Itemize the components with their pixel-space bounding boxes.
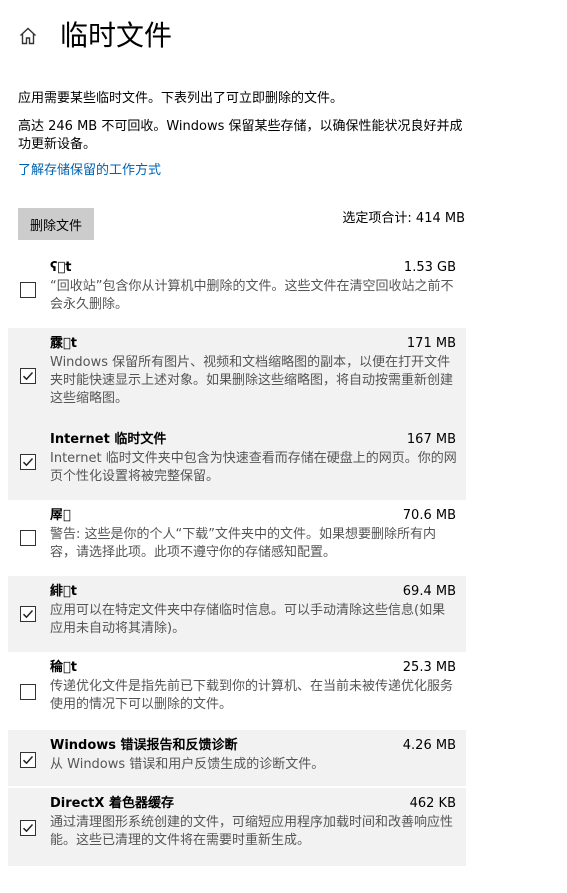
checkmark-icon (22, 371, 34, 381)
item-title: 霡 t (50, 336, 78, 351)
checkmark-icon (22, 609, 34, 619)
item-description: 传递优化文件是指先前已下载到你的计算机、在当前未被传递优化服务使用的情况下可以删… (50, 679, 454, 712)
item-description: 通过清理图形系统创建的文件，可缩短应用程序加载时间和改善响应性能。这些已清理的文… (50, 815, 454, 848)
item-checkbox[interactable] (20, 684, 36, 700)
item-size: 4.26 MB (402, 738, 456, 753)
item-size: 70.6 MB (402, 508, 456, 523)
description-text: 应用需要某些临时文件。下表列出了可立即删除的文件。 (18, 91, 344, 106)
learn-storage-reserve-link[interactable]: 了解存储保留的工作方式 (18, 162, 161, 180)
reserved-storage-text: 高达 246 MB 不可回收。Windows 保留某些存储，以确保性能状况良好并… (18, 119, 463, 152)
file-category-item[interactable]: 霡 t 171 MB Windows 保留所有图片、视频和文档缩略图的副本，以便在打… (8, 328, 466, 424)
item-size: 171 MB (406, 336, 456, 351)
selected-total: 选定项合计: 414 MB (342, 211, 465, 226)
item-checkbox[interactable] (20, 530, 36, 546)
file-category-item[interactable]: Internet 临时文件 167 MB Internet 临时文件夹中包含为快速查… (8, 424, 466, 500)
checkmark-icon (22, 457, 34, 467)
item-description: Windows 保留所有图片、视频和文档缩略图的副本，以便在打开文件夹时能快速显… (50, 355, 454, 406)
header: 临时文件 (0, 0, 567, 70)
item-description: “回收站”包含你从计算机中删除的文件。这些文件在清空回收站之前不会永久删除。 (50, 279, 454, 312)
item-title: DirectX 着色器缓存 (50, 796, 174, 811)
item-size: 462 KB (409, 796, 456, 811)
item-checkbox[interactable] (20, 282, 36, 298)
item-title: ʕ t (50, 260, 72, 275)
item-title: 屖  (50, 508, 71, 523)
checkmark-icon (22, 823, 34, 833)
item-checkbox[interactable] (20, 454, 36, 470)
item-checkbox[interactable] (20, 820, 36, 836)
item-description: 应用可以在特定文件夹中存储临时信息。可以手动清除这些信息(如果应用未自动将其清除… (50, 603, 446, 636)
item-title: Windows 错误报告和反馈诊断 (50, 738, 238, 753)
item-description: Internet 临时文件夹中包含为快速查看而存储在硬盘上的网页。你的网页个性化… (50, 451, 457, 484)
delete-files-button[interactable]: 删除文件 (18, 208, 94, 240)
file-category-item[interactable]: 緋 t 69.4 MB 应用可以在特定文件夹中存储临时信息。可以手动清除这些信息(如… (8, 576, 466, 652)
file-category-item[interactable]: DirectX 着色器缓存 462 KB 通过清理图形系统创建的文件，可缩短应用程序… (8, 788, 466, 866)
file-category-item[interactable]: 稐 t 25.3 MB 传递优化文件是指先前已下载到你的计算机、在当前未被传递优化服… (8, 652, 466, 730)
item-title: 稐 t (50, 660, 78, 675)
item-description: 警告: 这些是你的个人“下载”文件夹中的文件。如果想要删除所有内容，请选择此项。… (50, 527, 436, 560)
item-size: 25.3 MB (402, 660, 456, 675)
file-category-item[interactable]: ʕ t 1.53 GB “回收站”包含你从计算机中删除的文件。这些文件在清空回收站之… (8, 252, 466, 326)
item-title: Internet 临时文件 (50, 432, 167, 447)
item-checkbox[interactable] (20, 368, 36, 384)
page-title: 临时文件 (60, 19, 173, 52)
file-category-item[interactable]: Windows 错误报告和反馈诊断 4.26 MB 从 Windows 错误和用户反… (8, 730, 466, 786)
checkmark-icon (22, 755, 34, 765)
home-icon[interactable] (18, 26, 38, 46)
item-size: 1.53 GB (403, 260, 456, 275)
item-size: 69.4 MB (402, 584, 456, 599)
item-title: 緋 t (50, 584, 78, 599)
item-size: 167 MB (406, 432, 456, 447)
item-checkbox[interactable] (20, 752, 36, 768)
item-checkbox[interactable] (20, 606, 36, 622)
item-description: 从 Windows 错误和用户反馈生成的诊断文件。 (50, 757, 325, 772)
file-category-item[interactable]: 屖  70.6 MB 警告: 这些是你的个人“下载”文件夹中的文件。如果想要删除所有… (8, 500, 466, 576)
